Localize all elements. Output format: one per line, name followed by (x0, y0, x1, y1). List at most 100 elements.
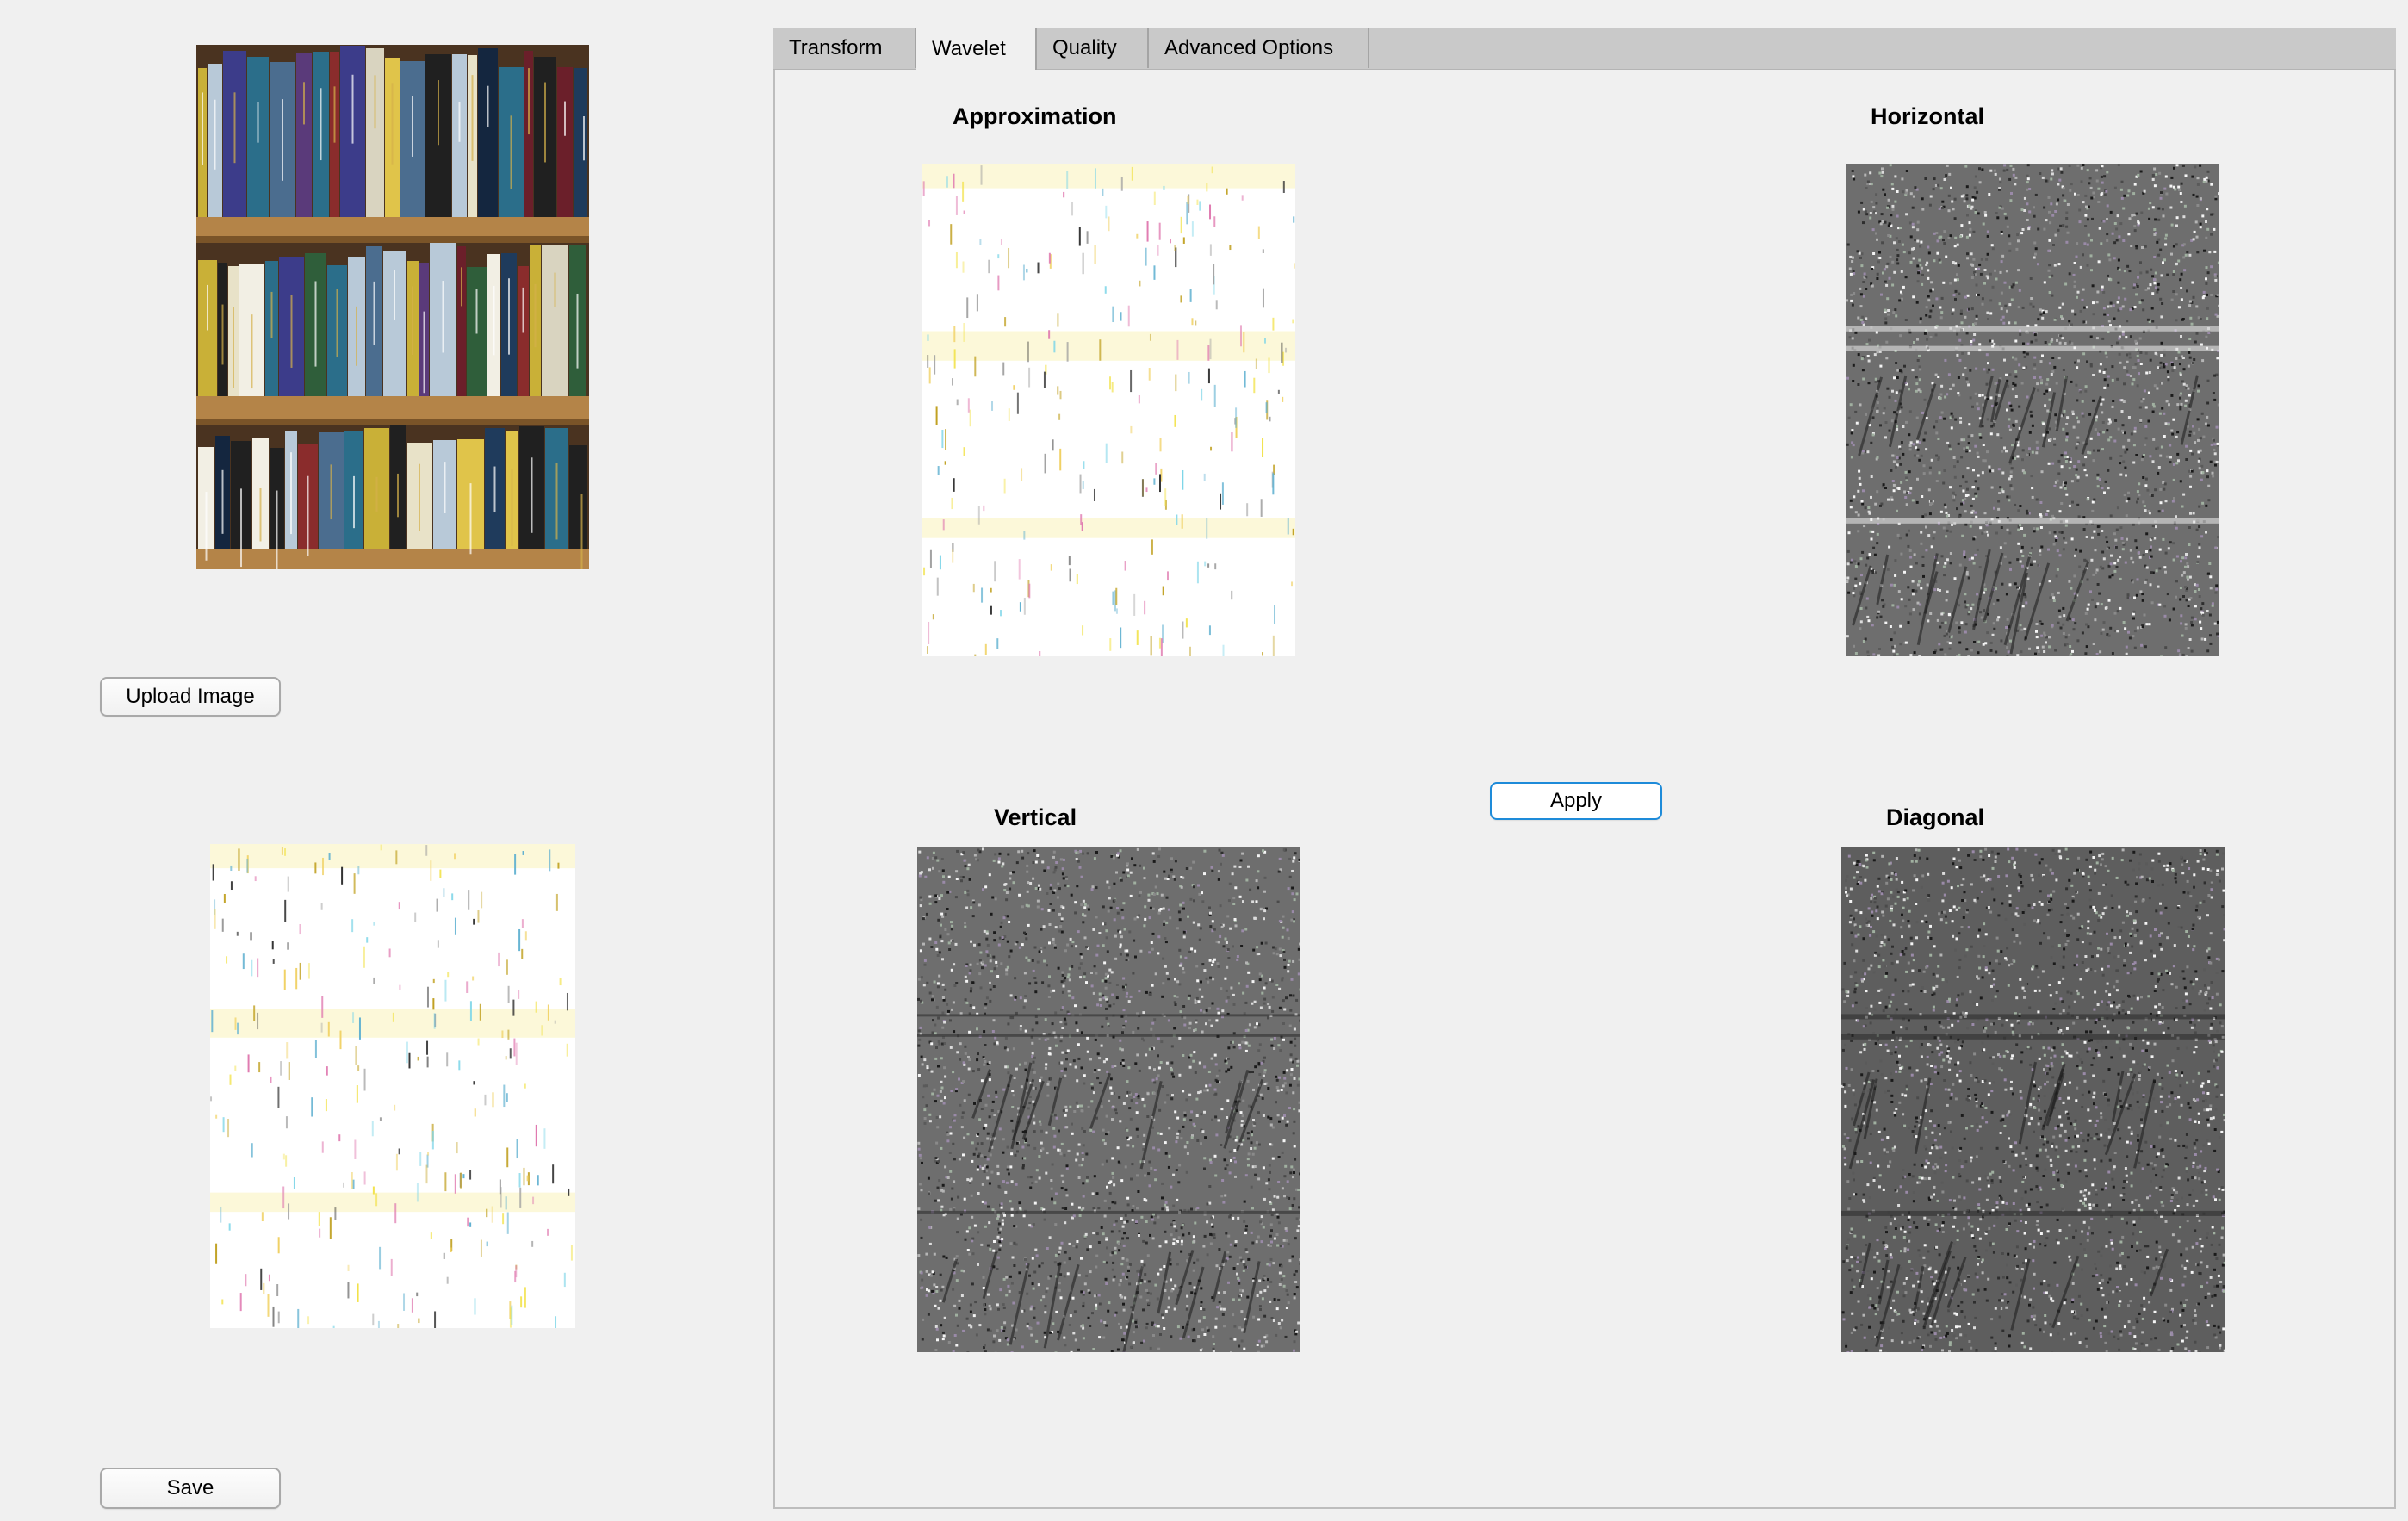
noise-pixel (2181, 505, 2184, 508)
noise-pixel (1861, 550, 1865, 554)
noise-pixel (1884, 317, 1888, 320)
noise-pixel (2109, 278, 2113, 282)
apply-button[interactable]: Apply (1490, 782, 1662, 820)
noise-pixel (1892, 460, 1896, 463)
noise-pixel (1038, 1038, 1041, 1040)
noise-pixel (1182, 967, 1185, 971)
noise-pixel (1946, 514, 1949, 518)
book-title-strip (397, 473, 399, 518)
noise-pixel (1970, 252, 1973, 256)
noise-pixel (1888, 429, 1891, 432)
noise-pixel (1066, 976, 1070, 979)
noise-pixel (1931, 288, 1934, 291)
noise-pixel (2167, 376, 2170, 379)
speck (1003, 478, 1006, 494)
noise-pixel (2214, 546, 2218, 549)
noise-pixel (2065, 438, 2069, 442)
speck (518, 990, 520, 999)
noise-pixel (1912, 593, 1915, 596)
noise-pixel (1068, 1324, 1071, 1326)
noise-pixel (1936, 239, 1939, 243)
noise-pixel (1251, 1133, 1253, 1137)
noise-pixel (967, 1056, 970, 1058)
noise-pixel (2194, 618, 2197, 621)
noise-pixel (2051, 169, 2054, 172)
noise-pixel (1851, 558, 1853, 562)
noise-pixel (2065, 217, 2069, 220)
noise-pixel (1076, 885, 1079, 888)
noise-pixel (1866, 655, 1870, 656)
noise-pixel (2138, 372, 2140, 376)
noise-pixel (1978, 433, 1982, 436)
noise-pixel (2058, 306, 2062, 309)
noise-pixel (2006, 408, 2008, 412)
noise-pixel (1968, 449, 1971, 452)
speck (1059, 390, 1062, 400)
noise-pixel (1034, 887, 1038, 890)
noise-pixel (2213, 250, 2217, 253)
noise-pixel (1259, 908, 1263, 911)
noise-pixel (2105, 356, 2108, 359)
noise-pixel (2184, 404, 2188, 407)
noise-pixel (2010, 285, 2014, 289)
noise-pixel (2062, 427, 2065, 431)
noise-pixel (1937, 438, 1940, 440)
noise-pixel (1916, 280, 1920, 283)
noise-pixel (2019, 560, 2022, 563)
speck (1239, 325, 1242, 347)
noise-pixel (1028, 1102, 1032, 1105)
noise-pixel (947, 1009, 950, 1013)
speck (257, 958, 259, 978)
tab-transform[interactable]: Transform (773, 28, 916, 68)
save-button[interactable]: Save (100, 1468, 281, 1509)
noise-pixel (2161, 509, 2164, 512)
noise-pixel (1164, 941, 1168, 944)
noise-pixel (1960, 321, 1964, 325)
noise-pixel (1968, 233, 1971, 237)
upload-image-button[interactable]: Upload Image (100, 677, 281, 717)
noise-pixel (2144, 509, 2147, 512)
noise-pixel (1859, 482, 1862, 486)
noise-pixel (2031, 450, 2034, 454)
speck (1141, 479, 1144, 498)
tab-advanced-options[interactable]: Advanced Options (1149, 28, 1369, 68)
noise-pixel (2039, 172, 2042, 175)
noise-pixel (1866, 450, 1870, 454)
noise-pixel (1852, 444, 1855, 447)
tab-wavelet[interactable]: Wavelet (916, 28, 1037, 70)
noise-pixel (2095, 337, 2099, 340)
noise-pixel (1270, 1229, 1273, 1232)
noise-pixel (993, 1042, 996, 1046)
noise-pixel (2190, 469, 2194, 473)
noise-pixel (1062, 877, 1065, 880)
noise-pixel (934, 1349, 938, 1351)
noise-pixel (1966, 604, 1970, 607)
noise-pixel (1006, 1145, 1009, 1149)
noise-pixel (1227, 1281, 1230, 1284)
noise-pixel (1994, 269, 1996, 272)
noise-pixel (2092, 573, 2095, 576)
noise-pixel (1958, 563, 1962, 567)
noise-pixel (2079, 265, 2082, 269)
noise-pixel (1299, 1258, 1300, 1262)
noise-pixel (1967, 576, 1970, 580)
noise-pixel (971, 915, 975, 918)
noise-pixel (2199, 226, 2202, 229)
noise-pixel (2068, 633, 2071, 636)
noise-pixel (1285, 1091, 1288, 1095)
speck (416, 1183, 419, 1202)
tab-quality[interactable]: Quality (1037, 28, 1149, 68)
noise-pixel (1913, 651, 1916, 655)
noise-pixel (975, 1147, 978, 1151)
noise-pixel (2088, 177, 2092, 180)
noise-pixel (2109, 562, 2113, 566)
noise-pixel (2169, 184, 2173, 188)
noise-pixel (918, 850, 922, 854)
noise-pixel (1915, 589, 1918, 593)
noise-pixel (951, 939, 954, 942)
speck (922, 181, 925, 196)
noise-pixel (940, 1080, 943, 1083)
noise-pixel (1102, 905, 1105, 909)
noise-pixel (2121, 429, 2124, 432)
noise-pixel (2128, 356, 2132, 359)
